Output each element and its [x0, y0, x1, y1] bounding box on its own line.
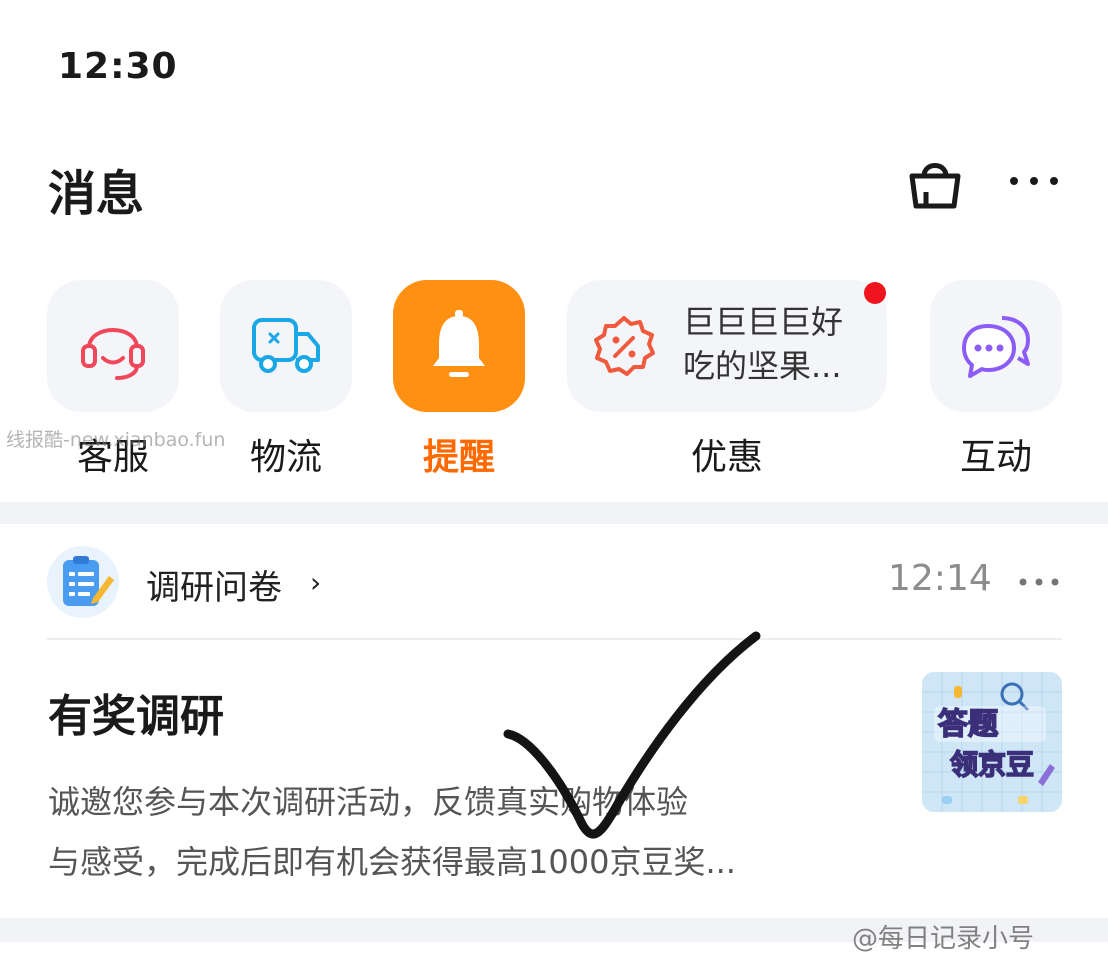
category-label-interaction: 互动	[959, 437, 1032, 478]
shopping-bag-icon[interactable]	[904, 154, 966, 212]
more-horizontal-icon[interactable]	[1016, 572, 1062, 592]
status-time: 12:30	[58, 46, 178, 87]
discount-badge-icon	[594, 316, 655, 376]
category-logistics[interactable]	[220, 280, 352, 412]
survey-thumbnail[interactable]: 答题 领京豆	[922, 672, 1062, 812]
headset-icon	[81, 328, 145, 380]
chevron-right-icon[interactable]: ›	[310, 566, 321, 599]
category-offers[interactable]: 巨巨巨巨好 吃的坚果...	[567, 280, 887, 412]
card-divider	[47, 638, 1062, 640]
survey-clipboard-icon	[47, 546, 119, 618]
section-separator	[0, 502, 1108, 524]
message-body[interactable]: 诚邀您参与本次调研活动，反馈真实购物体验 与感受，完成后即有机会获得最高1000…	[48, 772, 828, 892]
category-customer-service[interactable]	[47, 280, 179, 412]
category-reminder[interactable]	[393, 280, 525, 412]
bell-icon	[433, 310, 485, 377]
watermark-right: @每日记录小号	[852, 924, 1035, 954]
thumbnail-text-bottom: 领京豆	[950, 748, 1034, 781]
delivery-truck-icon	[252, 318, 320, 373]
message-time: 12:14	[888, 558, 992, 599]
thumbnail-text-top: 答题	[938, 707, 998, 742]
offer-preview: 巨巨巨巨好 吃的坚果...	[683, 300, 873, 388]
offer-preview-line1: 巨巨巨巨好	[683, 303, 844, 341]
message-title[interactable]: 有奖调研	[48, 680, 224, 744]
offer-preview-line2: 吃的坚果...	[683, 347, 842, 385]
message-body-line1: 诚邀您参与本次调研活动，反馈真实购物体验	[48, 783, 689, 821]
watermark-left: 线报酷-new.xianbao.fun	[6, 429, 226, 451]
category-label-offers: 优惠	[690, 437, 763, 478]
unread-dot	[864, 282, 886, 304]
more-horizontal-icon[interactable]	[1004, 166, 1064, 196]
message-source[interactable]: 调研问卷	[146, 560, 282, 609]
page-title: 消息	[48, 166, 145, 222]
category-interaction[interactable]	[930, 280, 1062, 412]
category-label-reminder: 提醒	[422, 437, 495, 478]
chat-bubbles-icon	[962, 316, 1030, 378]
message-body-line2: 与感受，完成后即有机会获得最高1000京豆奖...	[48, 843, 736, 881]
